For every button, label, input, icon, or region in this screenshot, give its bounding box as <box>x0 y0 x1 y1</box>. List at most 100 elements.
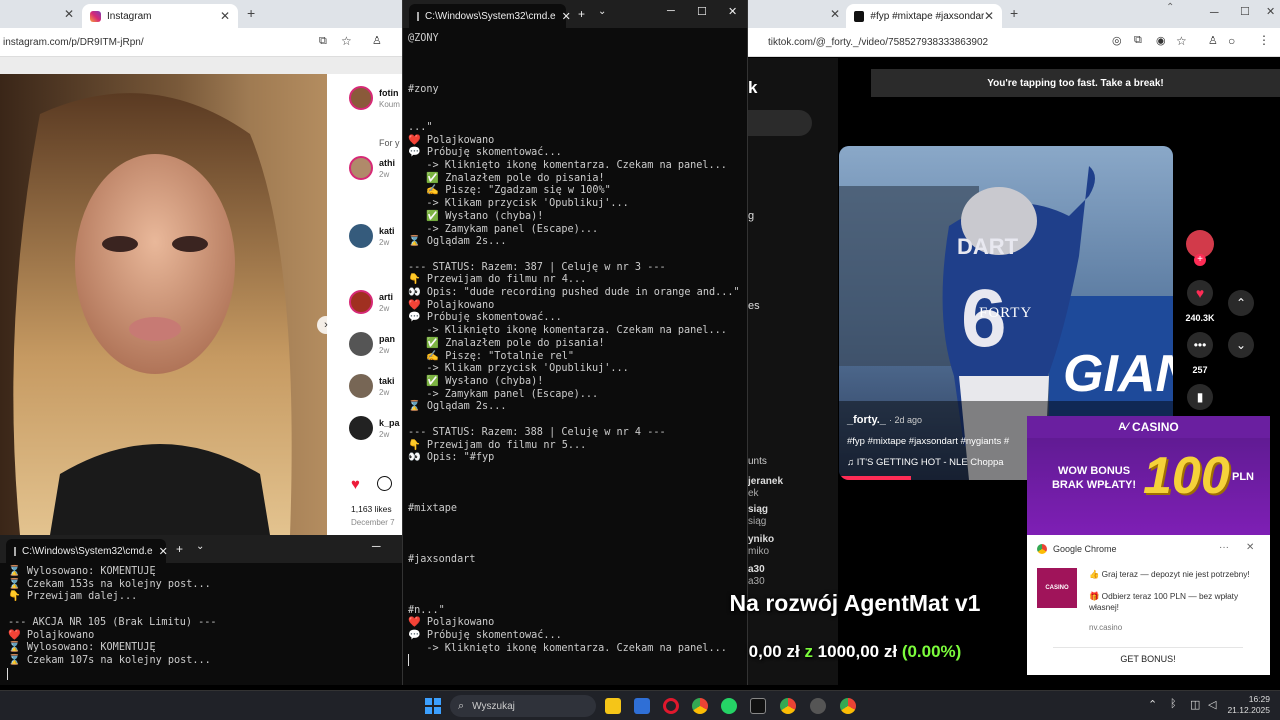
nav-fragment[interactable]: a30 <box>748 564 765 575</box>
close-icon[interactable]: ✕ <box>1266 5 1275 18</box>
minimize-icon[interactable]: ─ <box>1210 5 1219 19</box>
left-address-bar[interactable]: instagram.com/p/DR9ITM-jRpn/ ⧉ ☆ ♙ <box>0 28 402 57</box>
terminal-tab[interactable]: C:\Windows\System32\cmd.e ✕ <box>409 4 571 28</box>
extension-icon[interactable]: ♙ <box>372 34 382 47</box>
start-icon[interactable] <box>425 698 441 714</box>
comment-author[interactable]: athi <box>379 158 395 168</box>
new-tab-icon[interactable]: + <box>176 542 183 556</box>
bookmark-icon[interactable]: ▮ <box>1187 384 1213 410</box>
comment-author[interactable]: fotin <box>379 88 399 98</box>
video-music[interactable]: ♫ IT'S GETTING HOT - NLE Choppa <box>847 457 1004 468</box>
chevron-up-icon[interactable]: ⌃ <box>1228 290 1254 316</box>
heart-icon[interactable]: ♥ <box>351 476 360 493</box>
terminal-icon[interactable] <box>750 698 766 714</box>
comment-item[interactable]: kati 2w <box>349 224 402 254</box>
comment-author[interactable]: kati <box>379 226 395 236</box>
comment-item[interactable]: arti 2w <box>349 290 402 320</box>
video-progress-bar[interactable] <box>839 476 911 480</box>
share-icon[interactable]: ⧉ <box>319 35 327 48</box>
close-icon[interactable]: ✕ <box>159 545 168 558</box>
new-tab-icon[interactable]: + <box>1010 5 1018 21</box>
tray-chevron-icon[interactable]: ⌃ <box>1148 698 1157 711</box>
install-icon[interactable]: ⧉ <box>1134 34 1142 47</box>
comment-icon[interactable] <box>377 476 392 491</box>
opera-icon[interactable] <box>663 698 679 714</box>
bottom-terminal-window[interactable]: C:\Windows\System32\cmd.e ✕ + ⌄ ─ ⌛ Wylo… <box>0 535 402 685</box>
main-terminal-window[interactable]: C:\Windows\System32\cmd.e ✕ + ⌄ ─ ☐ ✕ @Z… <box>402 0 748 685</box>
store-icon[interactable] <box>634 698 650 714</box>
url-text[interactable]: tiktok.com/@_forty._/video/7585279383338… <box>768 37 988 48</box>
comment-item[interactable]: athi 2w <box>349 156 402 186</box>
tab-tiktok[interactable]: #fyp #mixtape #jaxsondart ✕ <box>846 4 1002 28</box>
close-icon[interactable]: ✕ <box>830 7 840 21</box>
chrome-icon[interactable] <box>840 698 856 714</box>
app-icon[interactable] <box>810 698 826 714</box>
nav-fragment[interactable]: es <box>748 300 760 312</box>
chevron-down-icon[interactable]: ⌄ <box>598 6 606 17</box>
close-icon[interactable]: ✕ <box>984 9 994 23</box>
chrome-icon[interactable] <box>692 698 708 714</box>
video-author-line[interactable]: _forty._ · 2d ago <box>847 414 922 426</box>
close-icon[interactable]: ✕ <box>562 10 571 23</box>
comment-item[interactable]: taki 2w <box>349 374 402 404</box>
chrome-icon[interactable] <box>780 698 796 714</box>
volume-icon[interactable]: ◁ <box>1208 698 1216 711</box>
follow-plus-icon[interactable]: + <box>1194 254 1206 266</box>
new-tab-icon[interactable]: + <box>247 5 255 21</box>
bluetooth-icon[interactable]: ᛒ <box>1170 698 1177 710</box>
taskbar-search-box[interactable]: ⌕ Wyszukaj <box>450 695 596 717</box>
comment-item[interactable]: pan 2w <box>349 332 402 362</box>
extension-icon[interactable]: ♙ <box>1208 34 1218 47</box>
profile-icon[interactable]: ○ <box>1228 34 1235 48</box>
clock[interactable]: 16:29 21.12.2025 <box>1222 694 1270 716</box>
chevron-down-icon[interactable]: ⌄ <box>196 541 204 552</box>
video-hashtags[interactable]: #fyp #mixtape #jaxsondart #nygiants # <box>847 436 1009 447</box>
right-address-bar[interactable]: tiktok.com/@_forty._/video/7585279383338… <box>748 28 1280 57</box>
more-options-icon[interactable]: ··· <box>1219 542 1229 553</box>
terminal-tab[interactable]: C:\Windows\System32\cmd.e ✕ <box>6 539 168 563</box>
comment-item[interactable]: k_pa 2w <box>349 416 402 446</box>
comment-bubble-icon[interactable]: ••• <box>1187 332 1213 358</box>
eye-off-icon[interactable]: ◎ <box>1112 34 1122 47</box>
bookmark-star-icon[interactable]: ☆ <box>1176 34 1187 48</box>
new-tab-icon[interactable]: + <box>578 7 585 21</box>
bookmark-star-icon[interactable]: ☆ <box>341 34 352 48</box>
whatsapp-icon[interactable] <box>721 698 737 714</box>
close-icon[interactable]: ✕ <box>1246 542 1254 553</box>
file-explorer-icon[interactable] <box>605 698 621 714</box>
minimize-icon[interactable]: ─ <box>667 5 675 17</box>
avatar[interactable] <box>349 416 373 440</box>
search-box[interactable] <box>748 110 812 136</box>
nav-fragment[interactable]: g <box>748 210 754 222</box>
nav-fragment[interactable]: yniko <box>748 534 774 545</box>
chrome-notification[interactable]: Google Chrome ··· ✕ CASINO 👍 Graj teraz … <box>1027 535 1270 675</box>
get-bonus-button[interactable]: GET BONUS! <box>1053 647 1243 669</box>
nav-fragment[interactable]: siąg <box>748 504 768 515</box>
tracking-icon[interactable]: ◉ <box>1156 34 1166 47</box>
comment-author[interactable]: pan <box>379 334 395 344</box>
next-photo-icon[interactable]: › <box>317 316 335 334</box>
comment-author[interactable]: k_pa <box>379 418 400 428</box>
close-icon[interactable]: ✕ <box>220 9 230 23</box>
like-heart-icon[interactable]: ♥ <box>1187 280 1213 306</box>
avatar[interactable] <box>349 86 373 110</box>
chevron-down-icon[interactable]: ⌄ <box>1228 332 1254 358</box>
tab-instagram[interactable]: Instagram ✕ <box>82 4 238 28</box>
comment-author[interactable]: arti <box>379 292 393 302</box>
network-icon[interactable]: ◫ <box>1190 698 1200 711</box>
url-text[interactable]: instagram.com/p/DR9ITM-jRpn/ <box>3 37 144 48</box>
avatar[interactable] <box>349 156 373 180</box>
video-author[interactable]: _forty._ <box>847 414 886 426</box>
avatar[interactable] <box>349 332 373 356</box>
casino-ad-banner[interactable]: A⁄ CASINO WOW BONUS BRAK WPŁATY! 100 PLN <box>1027 416 1270 535</box>
minimize-icon[interactable]: ─ <box>372 539 381 553</box>
maximize-icon[interactable]: ☐ <box>697 5 707 18</box>
avatar[interactable] <box>349 290 373 314</box>
comment-author[interactable]: taki <box>379 376 395 386</box>
maximize-icon[interactable]: ☐ <box>1240 5 1250 18</box>
avatar[interactable] <box>349 224 373 248</box>
close-icon[interactable]: ✕ <box>728 5 737 18</box>
menu-icon[interactable]: ⋮ <box>1258 33 1270 47</box>
nav-fragment[interactable]: jeranek <box>748 476 783 487</box>
close-icon[interactable]: ✕ <box>64 7 74 21</box>
